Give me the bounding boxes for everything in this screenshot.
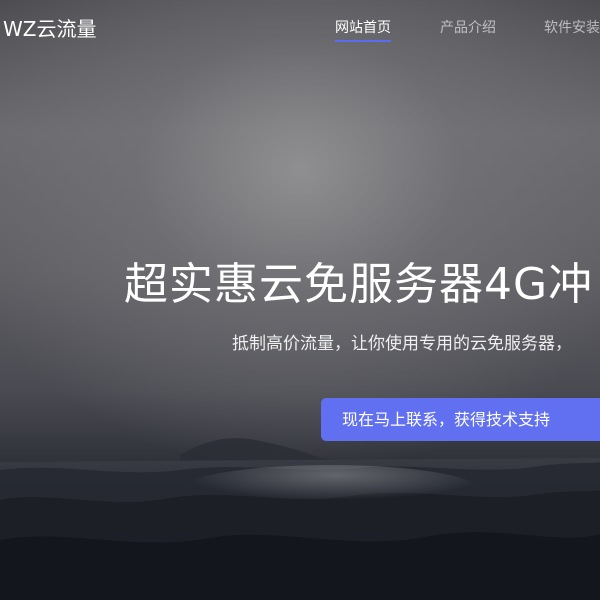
nav-active-underline [335, 40, 391, 42]
site-logo[interactable]: WZ云流量 [3, 16, 96, 42]
nav-item-label: 网站首页 [335, 20, 391, 36]
hero-subtitle: 抵制高价流量，让你使用专用的云免服务器， [232, 334, 572, 354]
hero-title: 超实惠云免服务器4G冲 [124, 259, 594, 310]
nav-item-home[interactable]: 网站首页 [335, 18, 391, 42]
nav-item-label: 产品介绍 [440, 20, 496, 36]
site-header: WZ云流量 网站首页 产品介绍 软件安装 [0, 0, 600, 58]
nav-item-label: 软件安装 [544, 20, 600, 36]
nav-item-products[interactable]: 产品介绍 [440, 18, 496, 38]
contact-support-button[interactable]: 现在马上联系，获得技术支持 [321, 398, 600, 441]
nav-item-software-install[interactable]: 软件安装 [544, 18, 600, 38]
